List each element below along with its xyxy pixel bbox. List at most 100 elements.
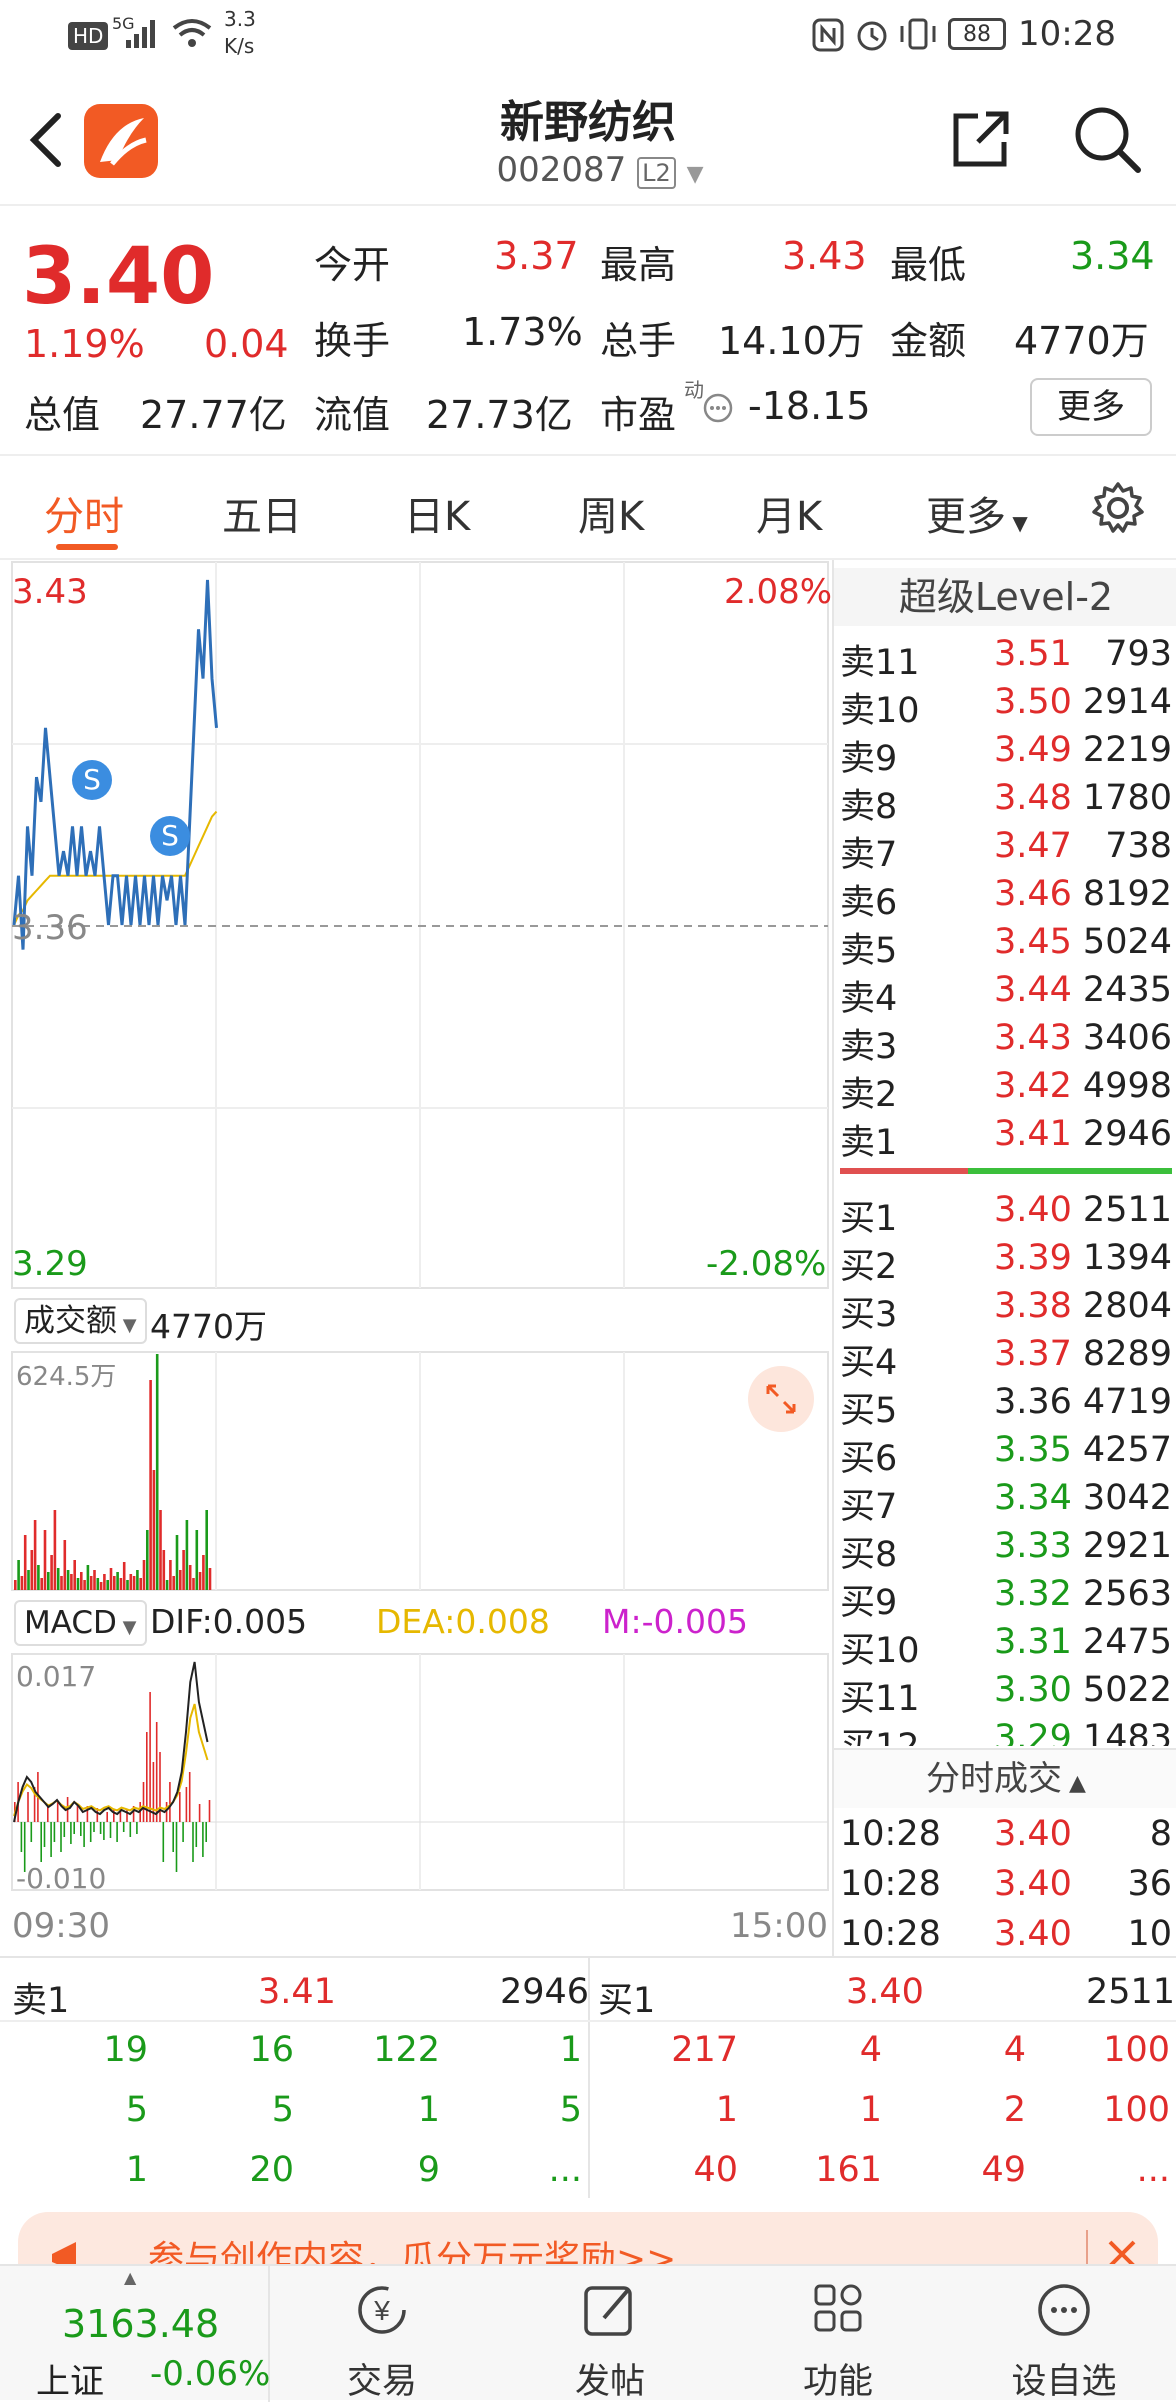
macd-bar xyxy=(83,1822,85,1847)
volume-value: 14.10万 xyxy=(718,319,865,363)
level-label: 10:28 xyxy=(840,1814,941,1854)
volume-bar xyxy=(198,1572,202,1590)
trade-icon: ¥ xyxy=(358,2286,406,2334)
bid-row[interactable]: 买8 3.33 2921 xyxy=(834,1526,1176,1575)
volume-bar xyxy=(33,1520,37,1590)
queue-order-size: 9 xyxy=(417,2150,440,2190)
tab-five-day[interactable]: 五日 xyxy=(222,484,302,542)
level-label: 买9 xyxy=(840,1583,898,1623)
macd-bar xyxy=(172,1822,174,1852)
macd-indicator-selector[interactable]: MACD ▼ xyxy=(14,1600,147,1646)
level-price: 3.40 xyxy=(994,1814,1072,1854)
level-volume: 1394 xyxy=(1082,1238,1172,1278)
post-icon xyxy=(584,2286,632,2336)
alarm-icon xyxy=(857,21,887,51)
bid-row[interactable]: 买3 3.38 2804 xyxy=(834,1286,1176,1335)
tab-more[interactable]: 更多 ▼ xyxy=(926,484,1028,542)
price-axis-bottom: 3.29 xyxy=(12,1244,88,1284)
bid-row[interactable]: 买1 3.40 2511 xyxy=(834,1190,1176,1239)
pct-axis-bottom: -2.08% xyxy=(706,1244,827,1284)
level-volume: 4719 xyxy=(1082,1382,1172,1422)
bid-row[interactable]: 买11 3.30 5022 xyxy=(834,1670,1176,1719)
wifi-icon xyxy=(172,19,212,47)
volume-bar xyxy=(182,1550,185,1590)
volume-bar xyxy=(93,1570,96,1590)
level-volume: 10 xyxy=(1127,1914,1172,1954)
bid-row[interactable]: 买12 3.29 1483 xyxy=(834,1718,1176,1746)
tick-row[interactable]: 10:28 3.40 8 xyxy=(834,1814,1176,1862)
sell-signal-marker[interactable]: S xyxy=(150,816,190,856)
volume-bar xyxy=(66,1570,70,1590)
level-price: 3.40 xyxy=(994,1864,1072,1904)
search-icon[interactable] xyxy=(1072,104,1144,176)
more-button[interactable]: 更多 xyxy=(1030,378,1152,436)
volume-indicator-selector[interactable]: 成交额 ▼ xyxy=(14,1298,147,1344)
stock-code-row[interactable]: 002087 L2 ▼ xyxy=(480,150,720,190)
volume-bar xyxy=(175,1535,179,1590)
nav-trade[interactable]: ¥ 交易 xyxy=(272,2266,492,2402)
volume-bar xyxy=(23,1535,27,1590)
selector-caret-icon: ▼ xyxy=(116,1617,137,1638)
level-volume: 3042 xyxy=(1082,1478,1172,1518)
index-ticker[interactable]: ▲ 3163.48 上证 -0.06% xyxy=(0,2266,270,2402)
sell-signal-marker[interactable]: S xyxy=(72,760,112,800)
bid-row[interactable]: 买7 3.34 3042 xyxy=(834,1478,1176,1527)
volume-bar xyxy=(122,1562,126,1590)
level-price: 3.29 xyxy=(994,1718,1072,1746)
volume-bar xyxy=(80,1572,83,1590)
signal-icon xyxy=(126,20,155,48)
volume-bar xyxy=(37,1565,40,1590)
level-label: 买1 xyxy=(840,1199,898,1239)
volume-bar xyxy=(159,1510,162,1590)
macd-bar xyxy=(165,1802,168,1822)
tick-row[interactable]: 10:28 3.40 36 xyxy=(834,1864,1176,1912)
level-price: 3.36 xyxy=(994,1382,1072,1422)
settings-gear-icon[interactable] xyxy=(1090,480,1146,536)
volume-bar xyxy=(188,1565,192,1590)
queue-header-divider xyxy=(0,2020,1176,2022)
tab-weekly-k[interactable]: 周K xyxy=(578,484,644,542)
bid-row[interactable]: 买10 3.31 2475 xyxy=(834,1622,1176,1671)
tab-daily-k[interactable]: 日K xyxy=(404,484,470,542)
bid-row[interactable]: 买6 3.35 4257 xyxy=(834,1430,1176,1479)
queue-order-size: 2 xyxy=(1003,2090,1026,2130)
current-price: 3.40 xyxy=(22,232,215,322)
bid-row[interactable]: 买2 3.39 1394 xyxy=(834,1238,1176,1287)
ticks-header[interactable]: 分时成交 ▲ xyxy=(834,1748,1176,1808)
macd-bar xyxy=(142,1782,145,1822)
nav-post[interactable]: 发帖 xyxy=(500,2266,720,2402)
time-axis-end: 15:00 xyxy=(730,1906,828,1946)
level2-order-book[interactable]: 超级Level-2 卖11 3.51 793 卖10 3.50 2914 卖9 3.49 221… xyxy=(832,560,1176,1956)
bid-row[interactable]: 买9 3.32 2563 xyxy=(834,1574,1176,1623)
high-label: 最高 xyxy=(600,243,677,287)
macd-bar xyxy=(129,1822,132,1837)
change-amount: 0.04 xyxy=(204,322,289,366)
level-price: 3.40 xyxy=(994,1190,1072,1230)
level-volume: 4257 xyxy=(1082,1430,1172,1470)
volume-bar xyxy=(172,1576,175,1590)
selector-caret-icon: ▼ xyxy=(117,1315,137,1336)
expand-button[interactable] xyxy=(748,1366,814,1432)
tab-intraday[interactable]: 分时 xyxy=(44,484,124,542)
share-icon[interactable] xyxy=(948,106,1014,172)
pct-axis-top: 2.08% xyxy=(724,572,833,612)
bottom-navigation: ▲ 3163.48 上证 -0.06% ¥ 交易 发帖 功能 设自选 xyxy=(0,2264,1176,2402)
pe-dynamic-mark: 动 xyxy=(684,378,704,402)
intraday-chart-area[interactable]: 3.43 2.08% 3.36 3.29 -2.08% S S 成交额 ▼ 47… xyxy=(0,560,832,1956)
nav-watchlist[interactable]: 设自选 xyxy=(954,2266,1174,2402)
price-layer xyxy=(12,579,218,950)
tick-row[interactable]: 10:28 3.40 10 xyxy=(834,1914,1176,1962)
macd-bar xyxy=(198,1804,201,1822)
bid-row[interactable]: 买4 3.37 8289 xyxy=(834,1334,1176,1383)
period-tabs: 分时 五日 日K 周K 月K 更多 ▼ xyxy=(0,456,1176,560)
time-axis-start: 09:30 xyxy=(12,1906,110,1946)
amount-value: 4770万 xyxy=(1014,319,1149,363)
bid-row[interactable]: 买5 3.36 4719 xyxy=(834,1382,1176,1431)
tab-monthly-k[interactable]: 月K xyxy=(756,484,822,542)
bid-levels: 买1 3.40 2511 买2 3.39 1394 买3 3.38 2804 买4 3.37 8289… xyxy=(834,560,1176,1746)
more-info-icon[interactable] xyxy=(702,392,734,424)
queue-order-size: 1 xyxy=(417,2090,440,2130)
nav-functions[interactable]: 功能 xyxy=(728,2266,948,2402)
quote-panel: 3.40 1.19% 0.04 今开 3.37 最高 3.43 最低 3.34 … xyxy=(0,206,1176,456)
promo-banner[interactable]: 参与创作内容，瓜分万元奖励>> xyxy=(18,2212,1158,2272)
